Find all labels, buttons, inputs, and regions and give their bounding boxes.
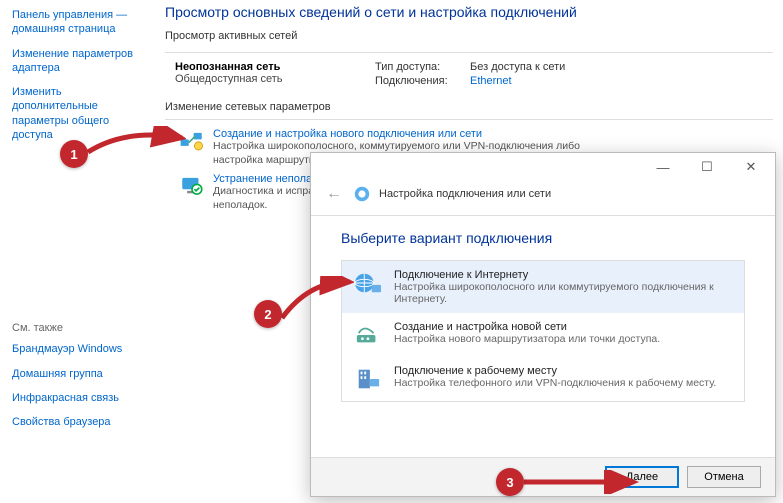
- titlebar: — ☐ ✕: [311, 153, 775, 181]
- access-value: Без доступа к сети: [470, 61, 565, 73]
- minimize-button[interactable]: —: [641, 156, 685, 178]
- arrow-left-icon: ←: [326, 185, 342, 203]
- dialog-footer: Далее Отмена: [311, 457, 775, 496]
- back-button[interactable]: ←: [323, 183, 345, 205]
- change-settings-header: Изменение сетевых параметров: [165, 101, 773, 113]
- option-desc: Настройка широкополосного или коммутируе…: [394, 281, 734, 305]
- callout-badge-2: 2: [254, 300, 282, 328]
- option-workplace[interactable]: Подключение к рабочему месту Настройка т…: [342, 357, 744, 401]
- callout-badge-3: 3: [496, 468, 524, 496]
- option-new-network[interactable]: Создание и настройка новой сети Настройк…: [342, 313, 744, 357]
- task-desc: Диагностика и испра неполадок.: [213, 185, 319, 212]
- wizard-icon: [353, 185, 371, 203]
- task-title: Устранение неполад: [213, 173, 319, 185]
- seealso-firewall[interactable]: Брандмауэр Windows: [12, 342, 147, 356]
- router-icon: [352, 321, 384, 349]
- divider: [165, 119, 773, 120]
- active-networks-header: Просмотр активных сетей: [165, 30, 773, 42]
- sidebar-link-adapter[interactable]: Изменение параметров адаптера: [12, 47, 147, 76]
- option-desc: Настройка телефонного или VPN-подключени…: [394, 377, 716, 389]
- sidebar: Панель управления — домашняя страница Из…: [0, 0, 155, 503]
- option-desc: Настройка нового маршрутизатора или точк…: [394, 333, 660, 345]
- option-title: Подключение к Интернету: [394, 269, 734, 281]
- option-title: Создание и настройка новой сети: [394, 321, 660, 333]
- option-title: Подключение к рабочему месту: [394, 365, 716, 377]
- building-icon: [352, 365, 384, 393]
- connections-label: Подключения:: [375, 75, 470, 87]
- sidebar-link-home[interactable]: Панель управления — домашняя страница: [12, 8, 147, 37]
- network-setup-icon: [179, 128, 205, 154]
- wizard-nav: ← Настройка подключения или сети: [311, 181, 775, 216]
- network-type: Общедоступная сеть: [175, 73, 375, 85]
- seealso-homegroup[interactable]: Домашняя группа: [12, 367, 147, 381]
- task-title: Создание и настройка нового подключения …: [213, 128, 613, 140]
- next-button[interactable]: Далее: [605, 466, 679, 488]
- divider: [165, 52, 773, 53]
- page-title: Просмотр основных сведений о сети и наст…: [165, 4, 773, 20]
- troubleshoot-icon: [179, 173, 205, 199]
- option-list: Подключение к Интернету Настройка широко…: [341, 260, 745, 402]
- dialog-heading: Выберите вариант подключения: [341, 230, 745, 246]
- network-name: Неопознанная сеть: [175, 61, 375, 73]
- callout-badge-1: 1: [60, 140, 88, 168]
- globe-icon: [352, 269, 384, 297]
- access-label: Тип доступа:: [375, 61, 470, 73]
- sidebar-link-sharing[interactable]: Изменить дополнительные параметры общего…: [12, 85, 147, 142]
- close-button[interactable]: ✕: [729, 156, 773, 178]
- see-also-header: См. также: [12, 322, 147, 334]
- seealso-infrared[interactable]: Инфракрасная связь: [12, 391, 147, 405]
- maximize-button[interactable]: ☐: [685, 156, 729, 178]
- seealso-browser[interactable]: Свойства браузера: [12, 415, 147, 429]
- wizard-title: Настройка подключения или сети: [379, 188, 551, 200]
- network-block: Неопознанная сеть Общедоступная сеть Тип…: [175, 61, 773, 87]
- cancel-button[interactable]: Отмена: [687, 466, 761, 488]
- connections-value[interactable]: Ethernet: [470, 75, 512, 87]
- connection-wizard-dialog: — ☐ ✕ ← Настройка подключения или сети В…: [310, 152, 776, 497]
- option-internet[interactable]: Подключение к Интернету Настройка широко…: [342, 261, 744, 313]
